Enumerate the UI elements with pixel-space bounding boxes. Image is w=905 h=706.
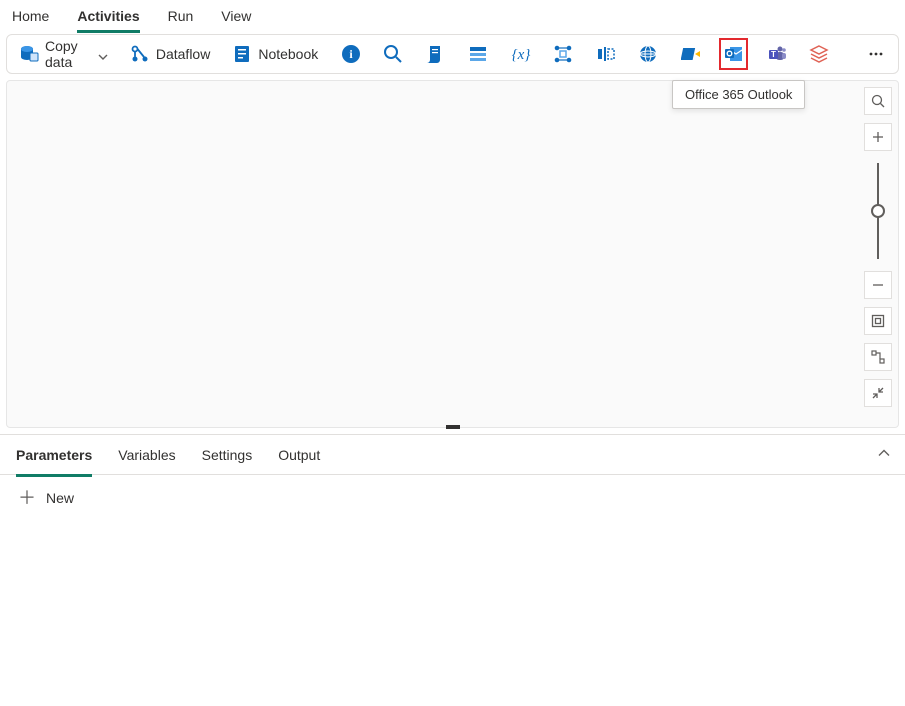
- new-label: New: [46, 490, 74, 506]
- auto-layout-button[interactable]: [864, 343, 892, 371]
- panel-resize-handle[interactable]: [446, 425, 460, 429]
- panel-tabs: Parameters Variables Settings Output: [0, 435, 905, 475]
- dataflow-label: Dataflow: [156, 46, 210, 62]
- variable-icon[interactable]: {x}: [506, 38, 535, 70]
- plus-icon: ＋: [18, 489, 36, 507]
- notebook-icon: [232, 44, 252, 64]
- list-icon[interactable]: [464, 38, 493, 70]
- copy-data-label: Copy data: [45, 38, 92, 70]
- more-button[interactable]: [861, 38, 890, 70]
- new-parameter-button[interactable]: ＋ New: [18, 489, 74, 507]
- activities-toolbar: Copy data Dataflow Notebook: [6, 34, 899, 74]
- menu-home[interactable]: Home: [12, 4, 49, 28]
- notebook-button[interactable]: Notebook: [228, 40, 322, 68]
- info-icon[interactable]: i: [336, 38, 365, 70]
- canvas-search-button[interactable]: [864, 87, 892, 115]
- fit-button[interactable]: [864, 307, 892, 335]
- chevron-down-icon: [98, 49, 108, 59]
- outlook-icon[interactable]: [719, 38, 748, 70]
- zoom-slider[interactable]: [877, 163, 879, 259]
- search-icon[interactable]: [379, 38, 408, 70]
- svg-text:T: T: [771, 50, 776, 59]
- pipeline-canvas[interactable]: [6, 80, 899, 428]
- script-icon[interactable]: [421, 38, 450, 70]
- menu-view[interactable]: View: [221, 4, 251, 28]
- notebook-label: Notebook: [258, 46, 318, 62]
- bottom-panel: Parameters Variables Settings Output ＋ N…: [0, 434, 905, 521]
- zoom-slider-thumb[interactable]: [871, 204, 885, 218]
- dataflow-button[interactable]: Dataflow: [126, 40, 214, 68]
- canvas-controls: [864, 87, 892, 407]
- invoke-icon[interactable]: [592, 38, 621, 70]
- menu-bar: Home Activities Run View: [0, 0, 905, 32]
- tab-output[interactable]: Output: [278, 441, 320, 469]
- layers-icon[interactable]: [805, 38, 834, 70]
- tab-settings[interactable]: Settings: [202, 441, 253, 469]
- panel-collapse-button[interactable]: [877, 446, 891, 463]
- copy-data-icon: [19, 44, 39, 64]
- pipeline-icon[interactable]: [549, 38, 578, 70]
- teams-icon[interactable]: T: [762, 38, 791, 70]
- zoom-in-button[interactable]: [864, 123, 892, 151]
- svg-text:{x}: {x}: [511, 47, 530, 63]
- tab-parameters[interactable]: Parameters: [16, 441, 92, 469]
- panel-content: ＋ New: [0, 475, 905, 521]
- collapse-canvas-button[interactable]: [864, 379, 892, 407]
- web-icon[interactable]: [634, 38, 663, 70]
- menu-activities[interactable]: Activities: [77, 4, 139, 28]
- copy-data-button[interactable]: Copy data: [15, 34, 112, 74]
- webhook-icon[interactable]: [677, 38, 706, 70]
- menu-run[interactable]: Run: [168, 4, 194, 28]
- outlook-tooltip: Office 365 Outlook: [672, 80, 805, 109]
- dataflow-icon: [130, 44, 150, 64]
- tab-variables[interactable]: Variables: [118, 441, 175, 469]
- zoom-out-button[interactable]: [864, 271, 892, 299]
